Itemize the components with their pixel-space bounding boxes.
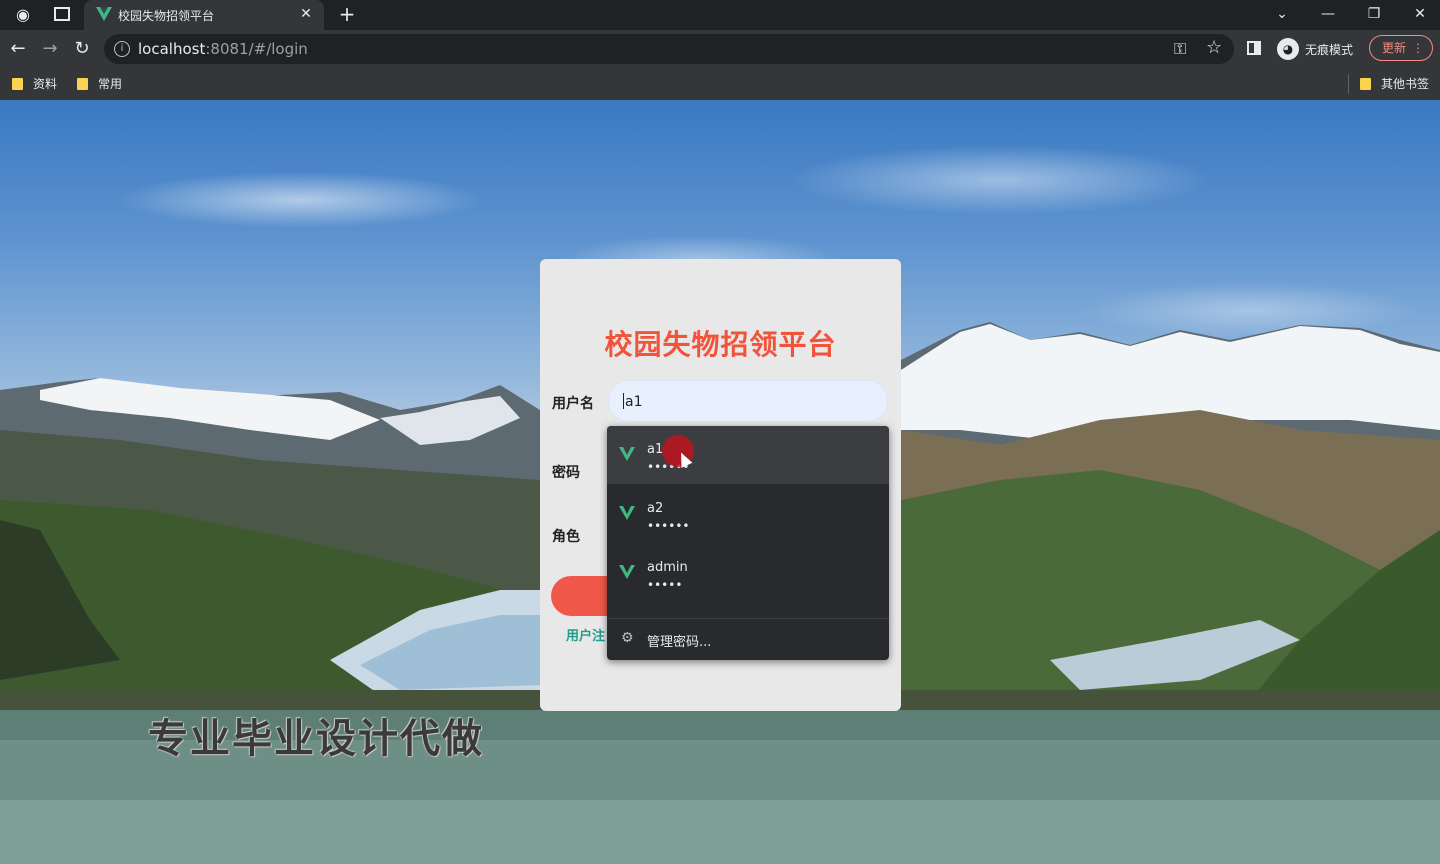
manage-passwords-item[interactable]: ⚙ 管理密码...: [607, 619, 889, 660]
username-input[interactable]: a1: [608, 380, 888, 422]
bookmarks-bar: 资料 常用 其他书签: [0, 68, 1440, 100]
page-viewport: 校园失物招领平台 用户名 a1 密码 角色 用户注 a1 •••••• a2 •…: [0, 100, 1440, 864]
autofill-username: a1: [647, 442, 664, 457]
autofill-username: admin: [647, 560, 688, 575]
bookmark-folder-changyong[interactable]: 常用: [77, 74, 122, 94]
url-text[interactable]: localhost:8081/#/login: [138, 40, 308, 58]
window-close-icon[interactable]: ✕: [1397, 0, 1440, 30]
tab-close-icon[interactable]: ✕: [296, 4, 316, 24]
update-label: 更新: [1382, 41, 1407, 55]
folder-icon: [1360, 78, 1371, 90]
info-icon[interactable]: i: [114, 41, 130, 57]
tab-strip-icon[interactable]: [54, 7, 70, 21]
role-label: 角色: [552, 529, 580, 545]
vue-logo-icon: [619, 506, 635, 520]
key-icon[interactable]: ⚿: [1174, 39, 1186, 59]
back-icon[interactable]: ←: [5, 36, 31, 62]
autofill-masked-password: ••••••: [647, 519, 690, 533]
new-tab-button[interactable]: +: [336, 2, 358, 26]
address-bar[interactable]: i localhost:8081/#/login ⚿ ☆: [104, 34, 1234, 64]
manage-passwords-label: 管理密码...: [647, 635, 712, 650]
vue-logo-icon: [619, 565, 635, 579]
password-autofill-dropdown: a1 •••••• a2 •••••• admin ••••• ⚙ 管理密码..…: [607, 426, 889, 660]
reload-icon[interactable]: ↻: [69, 36, 95, 62]
tab-title: 校园失物招领平台: [118, 9, 215, 23]
bookmark-label: 资料: [33, 77, 58, 91]
watermark-text: 专业毕业设计代做: [148, 716, 484, 762]
password-label: 密码: [552, 465, 580, 481]
other-bookmarks-folder[interactable]: 其他书签: [1360, 74, 1429, 94]
side-panel-icon[interactable]: [1247, 41, 1261, 55]
menu-dots-icon: ⋮: [1412, 41, 1424, 55]
gear-icon: ⚙: [621, 630, 634, 646]
autofill-item-a1[interactable]: a1 ••••••: [607, 426, 889, 484]
bookmark-label: 其他书签: [1381, 77, 1430, 91]
autofill-masked-password: •••••: [647, 578, 683, 592]
star-icon[interactable]: ☆: [1206, 37, 1222, 58]
forward-icon[interactable]: →: [37, 36, 63, 62]
bookmark-label: 常用: [98, 77, 123, 91]
minimize-icon[interactable]: —: [1305, 0, 1351, 30]
bookmark-divider: [1348, 74, 1349, 94]
vue-logo-icon: [619, 447, 635, 461]
autofill-item-admin[interactable]: admin •••••: [607, 544, 889, 602]
username-label: 用户名: [552, 396, 594, 412]
update-button[interactable]: 更新 ⋮: [1369, 35, 1433, 61]
tab-active[interactable]: 校园失物招领平台 ✕: [84, 0, 324, 30]
incognito-globe-icon[interactable]: ◉: [12, 4, 34, 26]
autofill-item-a2[interactable]: a2 ••••••: [607, 485, 889, 543]
text-caret: [623, 393, 624, 409]
url-host: localhost: [138, 40, 206, 58]
page-title: 校园失物招领平台: [604, 328, 837, 361]
tab-bar: ◉ 校园失物招领平台 ✕ + ⌄ — ❐ ✕: [0, 0, 1440, 30]
tab-search-icon[interactable]: ⌄: [1259, 0, 1305, 30]
browser-toolbar: ← → ↻ i localhost:8081/#/login ⚿ ☆ ◕ 无痕模…: [0, 30, 1440, 68]
folder-icon: [12, 78, 23, 90]
folder-icon: [77, 78, 88, 90]
restore-icon[interactable]: ❐: [1351, 0, 1397, 30]
bookmark-folder-ziliao[interactable]: 资料: [12, 74, 57, 94]
username-value: a1: [625, 394, 643, 410]
incognito-icon[interactable]: ◕: [1277, 38, 1299, 60]
incognito-label[interactable]: 无痕模式: [1305, 41, 1353, 58]
vue-logo-icon: [96, 7, 112, 21]
register-link[interactable]: 用户注: [566, 625, 605, 644]
url-path: :8081/#/login: [205, 40, 308, 58]
autofill-username: a2: [647, 501, 664, 516]
